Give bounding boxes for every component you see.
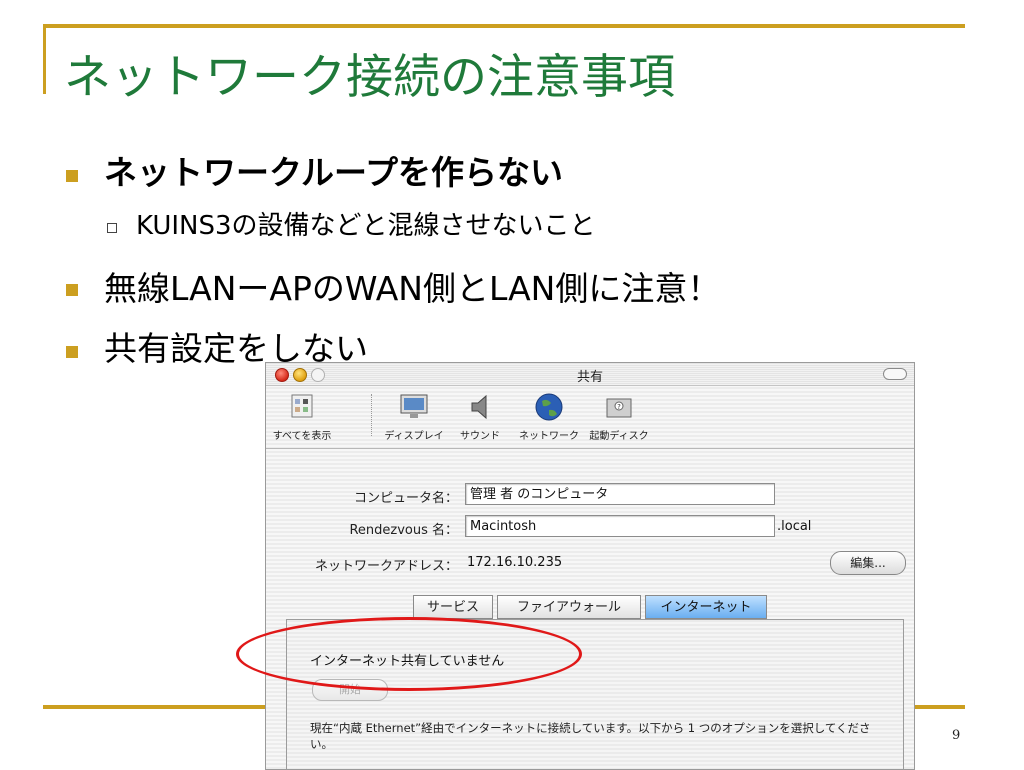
toolbar-label: 起動ディスク [589,431,649,442]
top-rule [43,24,965,28]
left-rule [43,24,46,94]
window-titlebar[interactable]: 共有 [266,363,914,386]
connection-description: 現在“内蔵 Ethernet”経由でインターネットに接続しています。以下から 1… [310,721,871,751]
rendezvous-suffix: .local [777,519,812,534]
tab-services[interactable]: サービス [413,595,493,619]
toolbar-toggle-icon[interactable] [883,368,907,380]
toolbar-show-all[interactable]: すべてを表示 [270,391,334,442]
bullet-2: 無線LANーAPのWAN側とLAN側に注意！ [104,269,721,308]
edit-button[interactable]: 編集... [830,551,906,575]
computer-name-label: コンピュータ名： [353,491,458,506]
toolbar-sound[interactable]: サウンド [452,391,508,442]
bullet-square-icon [66,170,78,182]
svg-text:?: ? [617,403,621,411]
toolbar-separator [371,394,372,436]
sub-bullet-1: KUINS3の設備などと混線させないこと [136,211,596,241]
toolbar-label: ディスプレイ [384,431,444,442]
toolbar: すべてを表示 ディスプレイ サウンド ネットワーク ? 起動ディスク [266,386,914,449]
toolbar-label: すべてを表示 [272,431,332,442]
disk-icon: ? [606,398,632,418]
page-number: 9 [952,728,961,743]
slide-title: ネットワーク接続の注意事項 [64,50,675,105]
display-icon [400,394,428,418]
globe-icon [535,393,563,421]
internet-sharing-status: インターネット共有していません [310,654,505,669]
bullet-1: ネットワークループを作らない [104,153,564,192]
speaker-icon [471,394,487,420]
bullet-square-icon [66,346,78,358]
bullet-square-icon [66,284,78,296]
computer-name-field[interactable]: 管理 者 のコンピュータ [465,483,775,505]
toolbar-label: サウンド [460,431,500,442]
show-all-icon [291,394,313,418]
tab-firewall[interactable]: ファイアウォール [497,595,641,619]
toolbar-label: ネットワーク [519,431,579,442]
rendezvous-name-field[interactable]: Macintosh [465,515,775,537]
toolbar-startup-disk[interactable]: ? 起動ディスク [588,391,650,442]
toolbar-network[interactable]: ネットワーク [512,391,586,442]
rendezvous-name-label: Rendezvous 名： [349,523,458,538]
network-address-value: 172.16.10.235 [467,555,563,570]
toolbar-display[interactable]: ディスプレイ [378,391,450,442]
start-button[interactable]: 開始 [312,679,388,701]
window-title: 共有 [576,370,603,385]
sharing-window: 共有 すべてを表示 ディスプレイ サウンド ネットワーク ? 起動ディスク コン… [265,362,915,770]
tab-internet[interactable]: インターネット [645,595,767,619]
network-address-label: ネットワークアドレス： [314,559,458,574]
sub-bullet-square-icon [107,223,117,233]
